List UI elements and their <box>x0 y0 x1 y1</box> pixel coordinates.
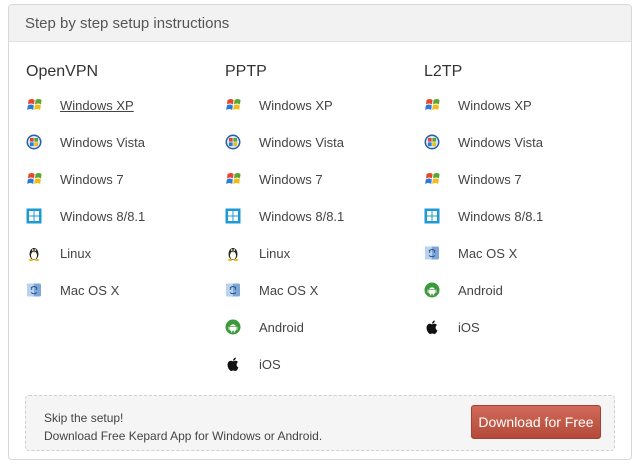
link-openvpn-linux[interactable]: Linux <box>26 243 91 263</box>
linux-icon <box>225 245 241 261</box>
link-pptp-android[interactable]: Android <box>225 317 304 337</box>
windows-xp-icon <box>225 97 241 113</box>
os-label: Windows 8/8.1 <box>60 208 146 224</box>
os-label: Windows XP <box>458 97 532 113</box>
link-openvpn-mac-os-x[interactable]: Mac OS X <box>26 280 119 300</box>
link-pptp-mac-os-x[interactable]: Mac OS X <box>225 280 318 300</box>
windows-vista-icon <box>424 134 440 150</box>
os-label: Windows 8/8.1 <box>458 208 544 224</box>
android-icon <box>424 282 440 298</box>
mac-os-x-icon <box>424 245 440 261</box>
windows-7-icon <box>424 171 440 187</box>
os-label: Linux <box>60 245 92 261</box>
link-l2tp-windows-7[interactable]: Windows 7 <box>424 169 522 189</box>
promo-headline: Skip the setup! <box>44 411 124 425</box>
os-label: Windows Vista <box>60 134 146 150</box>
link-l2tp-windows-xp[interactable]: Windows XP <box>424 95 532 115</box>
link-pptp-windows-vista[interactable]: Windows Vista <box>225 132 344 152</box>
link-pptp-windows-xp[interactable]: Windows XP <box>225 95 333 115</box>
windows-7-icon <box>225 171 241 187</box>
column-title-openvpn: OpenVPN <box>26 63 99 80</box>
link-pptp-windows-8[interactable]: Windows 8/8.1 <box>225 206 344 226</box>
os-label: Windows 7 <box>458 171 522 187</box>
link-l2tp-android[interactable]: Android <box>424 280 503 300</box>
download-button[interactable]: Download for Free <box>471 405 601 439</box>
os-label: Windows XP <box>259 97 333 113</box>
promo-box: Skip the setup! Download Free Kepard App… <box>25 395 615 451</box>
os-label: Windows Vista <box>259 134 345 150</box>
android-icon <box>225 319 241 335</box>
link-openvpn-windows-vista[interactable]: Windows Vista <box>26 132 145 152</box>
link-openvpn-windows-8[interactable]: Windows 8/8.1 <box>26 206 145 226</box>
os-label: Mac OS X <box>259 282 319 298</box>
column-title-pptp: PPTP <box>225 63 267 80</box>
promo-description: Download Free Kepard App for Windows or … <box>44 429 323 443</box>
apple-icon <box>225 356 241 372</box>
os-label: iOS <box>458 319 480 335</box>
os-label: Android <box>259 319 304 335</box>
link-l2tp-ios[interactable]: iOS <box>424 317 480 337</box>
os-label: Windows XP <box>60 97 134 113</box>
os-label: Windows 7 <box>259 171 323 187</box>
setup-instructions-panel: Step by step setup instructions OpenVPN … <box>8 4 632 460</box>
os-label: Mac OS X <box>60 282 120 298</box>
windows-8-icon <box>26 208 42 224</box>
windows-7-icon <box>26 171 42 187</box>
column-title-l2tp: L2TP <box>424 63 463 80</box>
windows-xp-icon <box>424 97 440 113</box>
os-label: Linux <box>259 245 291 261</box>
mac-os-x-icon <box>26 282 42 298</box>
os-label: Mac OS X <box>458 245 518 261</box>
link-pptp-linux[interactable]: Linux <box>225 243 290 263</box>
link-openvpn-windows-7[interactable]: Windows 7 <box>26 169 124 189</box>
os-label: Windows 7 <box>60 171 124 187</box>
windows-vista-icon <box>225 134 241 150</box>
os-label: Windows Vista <box>458 134 544 150</box>
link-pptp-windows-7[interactable]: Windows 7 <box>225 169 323 189</box>
os-label: Windows 8/8.1 <box>259 208 345 224</box>
page-title: Step by step setup instructions <box>25 14 230 32</box>
mac-os-x-icon <box>225 282 241 298</box>
link-pptp-ios[interactable]: iOS <box>225 354 281 374</box>
linux-icon <box>26 245 42 261</box>
link-l2tp-windows-8[interactable]: Windows 8/8.1 <box>424 206 543 226</box>
os-label: iOS <box>259 356 281 372</box>
promo-text: Skip the setup! Download Free Kepard App… <box>44 409 322 445</box>
link-l2tp-mac-os-x[interactable]: Mac OS X <box>424 243 517 263</box>
windows-8-icon <box>424 208 440 224</box>
windows-8-icon <box>225 208 241 224</box>
apple-icon <box>424 319 440 335</box>
link-l2tp-windows-vista[interactable]: Windows Vista <box>424 132 543 152</box>
link-openvpn-windows-xp[interactable]: Windows XP <box>26 95 134 115</box>
windows-xp-icon <box>26 97 42 113</box>
os-label: Android <box>458 282 503 298</box>
windows-vista-icon <box>26 134 42 150</box>
panel-header: Step by step setup instructions <box>9 5 631 42</box>
